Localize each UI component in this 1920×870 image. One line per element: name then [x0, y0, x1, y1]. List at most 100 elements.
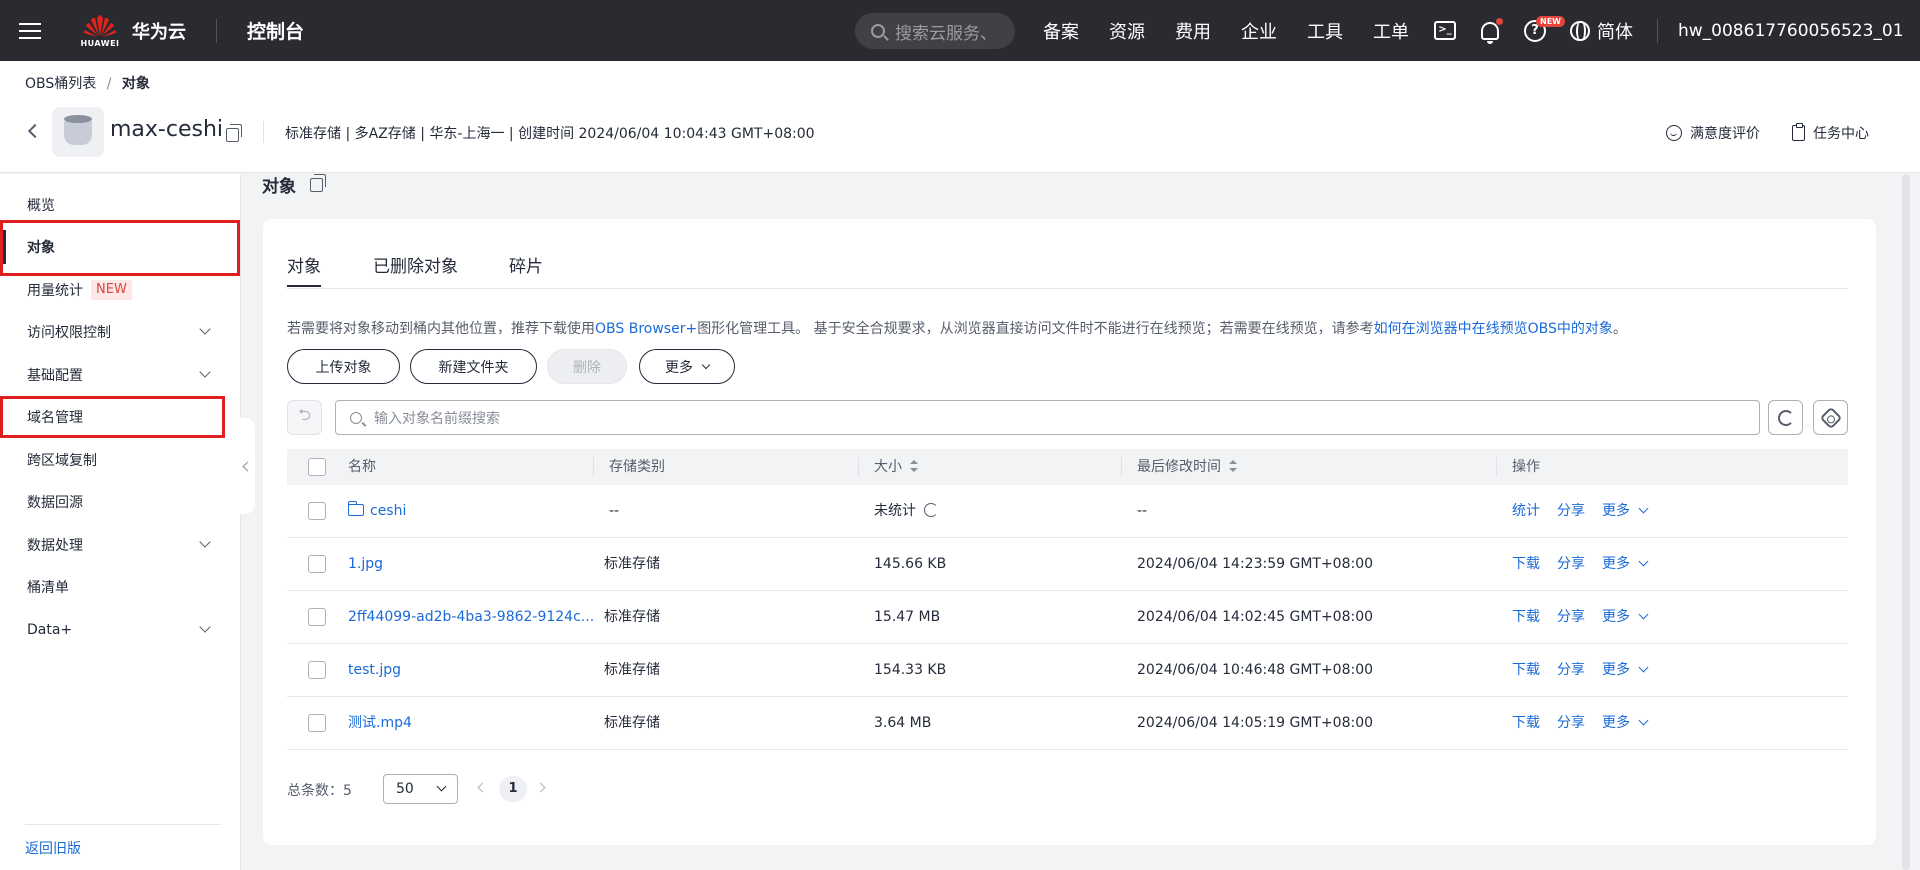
menu-icon[interactable] — [0, 0, 60, 61]
row-checkbox[interactable] — [308, 714, 326, 732]
tip-text: 若需要将对象移动到桶内其他位置，推荐下载使用OBS Browser+图形化管理工… — [287, 318, 1627, 338]
more-actions-link[interactable]: 更多 — [1602, 591, 1649, 643]
column-last-modified[interactable]: 最后修改时间 — [1137, 449, 1237, 485]
feedback-label: 满意度评价 — [1690, 126, 1760, 142]
sidebar-item-data-plus[interactable]: Data+ — [0, 609, 241, 651]
table-row: 1.jpg 标准存储 145.66 KB 2024/06/04 14:23:59… — [287, 538, 1848, 591]
tab-objects[interactable]: 对象 — [287, 252, 321, 287]
language-label[interactable]: 简体 — [1597, 18, 1633, 44]
obs-browser-link[interactable]: OBS Browser+ — [595, 321, 697, 337]
prev-page-icon[interactable] — [477, 782, 488, 793]
object-search-input[interactable]: 输入对象名前缀搜索 — [335, 400, 1760, 435]
select-all-checkbox[interactable] — [308, 458, 326, 476]
column-divider — [858, 457, 859, 477]
download-link[interactable]: 下载 — [1512, 538, 1540, 590]
huawei-logo[interactable]: HUAWEI — [74, 14, 126, 48]
upload-object-button[interactable]: 上传对象 — [287, 349, 400, 384]
row-checkbox[interactable] — [308, 502, 326, 520]
nav-tickets[interactable]: 工单 — [1373, 18, 1409, 44]
undo-button[interactable]: ⮌ — [287, 400, 322, 435]
back-to-old-version-link[interactable]: 返回旧版 — [25, 838, 81, 858]
object-name-link[interactable]: test.jpg — [348, 644, 401, 696]
column-size-label: 大小 — [874, 459, 902, 475]
folder-name-link[interactable]: ceshi — [347, 485, 406, 537]
delete-button[interactable]: 删除 — [547, 349, 627, 384]
sidebar-collapse-button[interactable] — [235, 418, 255, 514]
cloud-shell-button[interactable]: >_ — [1432, 18, 1458, 44]
row-checkbox[interactable] — [308, 661, 326, 679]
object-name-link[interactable]: 1.jpg — [348, 538, 383, 590]
refresh-icon — [1777, 409, 1794, 426]
notifications-button[interactable] — [1477, 17, 1503, 44]
global-search-input[interactable]: 搜索云服务、 — [855, 13, 1015, 49]
more-actions-link[interactable]: 更多 — [1602, 697, 1649, 749]
back-arrow-icon[interactable] — [27, 123, 43, 139]
page-size-select[interactable]: 50 — [383, 774, 458, 804]
chevron-down-icon — [1638, 662, 1649, 673]
row-checkbox[interactable] — [308, 555, 326, 573]
tab-deleted-objects[interactable]: 已删除对象 — [373, 252, 458, 277]
brand-name[interactable]: 华为云 — [132, 18, 186, 44]
more-actions-link[interactable]: 更多 — [1602, 644, 1649, 696]
share-link[interactable]: 分享 — [1557, 591, 1585, 643]
user-account[interactable]: hw_008617760056523_01 — [1678, 21, 1904, 41]
scrollbar[interactable] — [1902, 174, 1910, 870]
sidebar-item-label: 跨区域复制 — [27, 453, 97, 469]
share-link[interactable]: 分享 — [1557, 538, 1585, 590]
column-last-modified-label: 最后修改时间 — [1137, 459, 1221, 475]
row-checkbox[interactable] — [308, 608, 326, 626]
share-link[interactable]: 分享 — [1557, 697, 1585, 749]
share-link[interactable]: 分享 — [1557, 485, 1585, 537]
share-link[interactable]: 分享 — [1557, 644, 1585, 696]
nav-billing[interactable]: 费用 — [1175, 18, 1211, 44]
global-search-placeholder: 搜索云服务、 — [895, 23, 997, 44]
feedback-link[interactable]: 满意度评价 — [1666, 123, 1760, 143]
help-button[interactable]: ? NEW — [1522, 15, 1565, 44]
refresh-size-icon[interactable] — [924, 503, 938, 517]
next-page-icon[interactable] — [535, 782, 546, 793]
object-name-link[interactable]: 2ff44099-ad2b-4ba3-9862-9124c... — [348, 591, 594, 643]
top-navigation-bar: HUAWEI 华为云 控制台 搜索云服务、 备案 资源 费用 企业 工具 工单 … — [0, 0, 1920, 61]
language-button[interactable] — [1567, 18, 1593, 44]
page-title: 对象 — [262, 172, 326, 197]
column-name: 名称 — [348, 459, 376, 475]
download-link[interactable]: 下载 — [1512, 644, 1540, 696]
gear-icon — [1819, 406, 1842, 429]
sidebar-item-data-processing[interactable]: 数据处理 — [0, 524, 241, 566]
folder-icon — [347, 501, 364, 516]
console-title[interactable]: 控制台 — [247, 17, 304, 44]
object-name-link[interactable]: 测试.mp4 — [348, 697, 412, 749]
sidebar-item-bucket-inventory[interactable]: 桶清单 — [0, 566, 241, 608]
sidebar-item-label: 数据回源 — [27, 495, 83, 511]
nav-tools[interactable]: 工具 — [1307, 18, 1343, 44]
copy-icon[interactable] — [310, 173, 326, 192]
copy-icon[interactable] — [226, 124, 242, 142]
sidebar-item-basic-config[interactable]: 基础配置 — [0, 354, 241, 396]
sort-icon — [1229, 460, 1237, 472]
download-link[interactable]: 下载 — [1512, 697, 1540, 749]
download-link[interactable]: 下载 — [1512, 591, 1540, 643]
statistics-link[interactable]: 统计 — [1512, 485, 1540, 537]
new-folder-button[interactable]: 新建文件夹 — [410, 349, 537, 384]
more-actions-label: 更多 — [1602, 556, 1630, 572]
nav-resources[interactable]: 资源 — [1109, 18, 1145, 44]
sidebar-item-access-control[interactable]: 访问权限控制 — [0, 311, 241, 353]
task-center-link[interactable]: 任务中心 — [1792, 123, 1869, 143]
sidebar-item-cross-region-replication[interactable]: 跨区域复制 — [0, 439, 241, 481]
more-button[interactable]: 更多 — [639, 349, 735, 384]
preview-help-link[interactable]: 如何在浏览器中在线预览OBS中的对象 — [1374, 321, 1613, 337]
sidebar-item-back-to-source[interactable]: 数据回源 — [0, 481, 241, 523]
nav-enterprise[interactable]: 企业 — [1241, 18, 1277, 44]
settings-button[interactable] — [1813, 400, 1848, 435]
more-actions-link[interactable]: 更多 — [1602, 538, 1649, 590]
object-size: 3.64 MB — [874, 715, 932, 731]
more-actions-link[interactable]: 更多 — [1602, 485, 1649, 537]
objects-card: 对象 已删除对象 碎片 若需要将对象移动到桶内其他位置，推荐下载使用OBS Br… — [263, 219, 1876, 845]
column-size[interactable]: 大小 — [874, 449, 918, 485]
breadcrumb-bucket-list[interactable]: OBS桶列表 — [25, 76, 96, 92]
bucket-icon — [52, 107, 104, 157]
tab-fragments[interactable]: 碎片 — [509, 252, 543, 277]
refresh-button[interactable] — [1768, 400, 1803, 435]
nav-beian[interactable]: 备案 — [1043, 18, 1079, 44]
page-number-current[interactable]: 1 — [499, 776, 527, 802]
